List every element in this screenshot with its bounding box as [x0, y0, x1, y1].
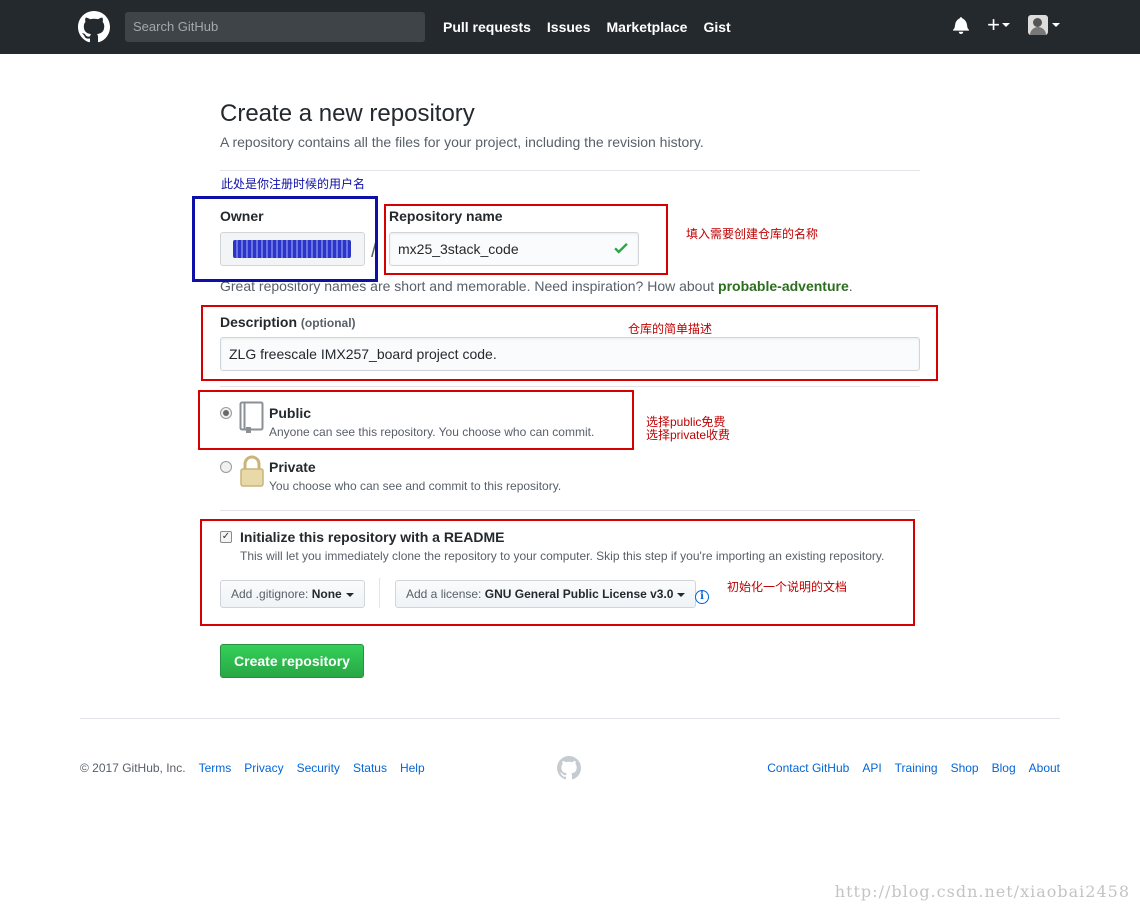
nav-marketplace[interactable]: Marketplace: [607, 18, 688, 36]
chevron-down-icon: [1002, 23, 1010, 27]
footer-link-about[interactable]: About: [1029, 761, 1060, 775]
new-menu-button[interactable]: +: [987, 14, 1010, 36]
top-header: Pull requests Issues Marketplace Gist +: [0, 0, 1140, 54]
header-actions: +: [953, 14, 1060, 36]
repo-name-highlight-box: [384, 204, 668, 275]
user-menu-button[interactable]: [1028, 15, 1060, 35]
readme-highlight-box: [200, 519, 915, 626]
divider: [220, 170, 920, 171]
repo-name-annotation: 填入需要创建仓库的名称: [686, 227, 819, 241]
suggested-name-link[interactable]: probable-adventure: [718, 278, 849, 294]
footer-link-help[interactable]: Help: [400, 761, 425, 775]
bell-icon[interactable]: [953, 16, 970, 34]
private-title: Private: [269, 459, 316, 475]
visibility-highlight-box: [198, 390, 634, 450]
footer-link-blog[interactable]: Blog: [992, 761, 1016, 775]
search-input[interactable]: [125, 12, 425, 42]
private-description: You choose who can see and commit to thi…: [269, 479, 562, 493]
footer-right-links: Contact GitHub API Training Shop Blog Ab…: [767, 761, 1060, 775]
footer-link-terms[interactable]: Terms: [199, 761, 232, 775]
nav-issues[interactable]: Issues: [547, 18, 591, 36]
divider: [220, 386, 920, 387]
footer-link-status[interactable]: Status: [353, 761, 387, 775]
footer-link-api[interactable]: API: [862, 761, 881, 775]
github-mark-icon[interactable]: [557, 756, 581, 780]
page-subtitle: A repository contains all the files for …: [220, 134, 704, 150]
private-radio[interactable]: [220, 461, 232, 473]
header-nav: Pull requests Issues Marketplace Gist: [443, 18, 731, 36]
copyright: © 2017 GitHub, Inc.: [80, 761, 186, 775]
owner-highlight-box: [192, 196, 378, 282]
visibility-annotation: 选择public免费 选择private收费: [646, 415, 731, 442]
footer-divider: [80, 718, 1060, 719]
chevron-down-icon: [1052, 23, 1060, 27]
owner-annotation: 此处是你注册时候的用户名: [221, 177, 366, 191]
footer-link-shop[interactable]: Shop: [951, 761, 979, 775]
watermark: http://blog.csdn.net/xiaobai2458: [834, 882, 1130, 901]
description-highlight-box: [201, 305, 938, 381]
footer-link-security[interactable]: Security: [297, 761, 340, 775]
nav-pull-requests[interactable]: Pull requests: [443, 18, 531, 36]
footer-link-contact[interactable]: Contact GitHub: [767, 761, 849, 775]
create-repository-button[interactable]: Create repository: [220, 644, 364, 678]
page-title: Create a new repository: [220, 100, 475, 127]
github-logo-icon[interactable]: [78, 11, 110, 43]
footer-link-training[interactable]: Training: [895, 761, 938, 775]
footer-left-links: © 2017 GitHub, Inc. Terms Privacy Securi…: [80, 761, 425, 775]
footer-link-privacy[interactable]: Privacy: [244, 761, 283, 775]
nav-gist[interactable]: Gist: [703, 18, 730, 36]
avatar: [1028, 15, 1048, 35]
plus-icon: +: [987, 12, 1000, 37]
lock-icon: [240, 455, 264, 487]
divider: [220, 510, 920, 511]
